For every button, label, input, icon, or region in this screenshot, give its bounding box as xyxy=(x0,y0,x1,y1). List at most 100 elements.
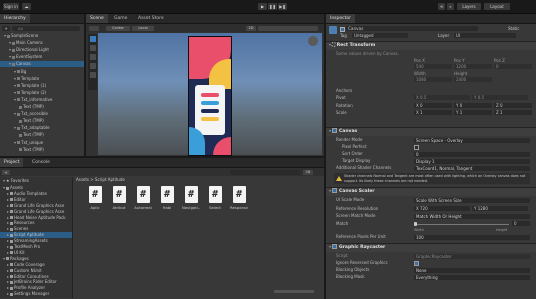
tab-inspector[interactable]: Inspector xyxy=(326,14,355,23)
object-name-field[interactable]: Canvas xyxy=(346,26,478,31)
hierarchy-item[interactable]: EventSystem xyxy=(0,54,84,60)
script-asset[interactable]: # Autorreal xyxy=(134,186,152,210)
tab-console[interactable]: Console xyxy=(28,158,54,167)
tag-dropdown[interactable]: Untagged xyxy=(352,33,408,38)
expand-arrow-icon[interactable] xyxy=(14,98,16,101)
card-button-2[interactable] xyxy=(201,101,219,105)
tab-game[interactable]: Game xyxy=(110,14,131,23)
hierarchy-item[interactable]: Template xyxy=(0,76,84,82)
hand-tool-icon[interactable] xyxy=(89,25,99,31)
script-asset[interactable]: # Responsive xyxy=(230,186,248,210)
pause-button[interactable]: ❚❚ xyxy=(268,3,277,10)
anchors-row[interactable]: Anchors xyxy=(326,88,536,94)
ref-res-x-field[interactable]: X 720 xyxy=(414,206,470,211)
tab-project[interactable]: Project xyxy=(0,158,24,167)
move-tool-icon[interactable] xyxy=(89,36,96,42)
layers-dropdown[interactable]: Layers xyxy=(457,3,481,10)
expand-arrow-icon[interactable] xyxy=(14,113,16,116)
pivot-y-field[interactable]: Y 0.5 xyxy=(472,95,528,100)
hierarchy-item[interactable]: Canvas xyxy=(0,61,84,67)
match-slider-thumb[interactable] xyxy=(414,222,417,226)
rotation-y-field[interactable]: Y 0 xyxy=(454,103,492,108)
tab-scene[interactable]: Scene xyxy=(86,14,108,23)
target-display-dropdown[interactable]: Display 1 xyxy=(414,158,530,164)
script-asset[interactable]: # Atribut xyxy=(110,186,128,210)
active-checkbox[interactable] xyxy=(340,27,345,32)
transform-tool-icon[interactable] xyxy=(89,72,96,78)
pivot-x-field[interactable]: X 0.5 xyxy=(414,95,470,100)
expand-arrow-icon[interactable] xyxy=(9,49,11,52)
expand-arrow-icon[interactable] xyxy=(14,141,16,144)
expand-arrow-icon[interactable] xyxy=(14,84,16,87)
pixel-perfect-checkbox[interactable] xyxy=(414,145,419,150)
scale-z-field[interactable]: Z 1 xyxy=(494,110,532,115)
expand-arrow-icon[interactable] xyxy=(9,42,11,45)
render-mode-dropdown[interactable]: Screen Space - Overlay xyxy=(414,137,530,143)
history-icon[interactable]: ⟲ xyxy=(438,3,445,10)
match-mode-dropdown[interactable]: Match Width Or Height xyxy=(414,213,530,219)
height-field[interactable]: 2400 xyxy=(454,77,492,82)
hierarchy-item[interactable]: Template (2) xyxy=(0,90,84,96)
hierarchy-search-input[interactable]: All xyxy=(12,26,80,31)
canvas-enabled-checkbox[interactable] xyxy=(332,128,337,133)
layer-dropdown[interactable]: UI xyxy=(454,33,516,38)
scale-x-field[interactable]: X 1 xyxy=(414,110,452,115)
space-dropdown[interactable]: Local xyxy=(132,25,154,31)
tab-asset-store[interactable]: Asset Store xyxy=(134,14,168,23)
hierarchy-item[interactable]: Text (TMP) xyxy=(0,118,84,124)
expand-arrow-icon[interactable] xyxy=(14,77,16,80)
scale-tool-icon[interactable] xyxy=(89,54,96,60)
hierarchy-item[interactable]: Text (TMP) xyxy=(0,132,84,138)
layout-dropdown[interactable]: Layout xyxy=(484,3,510,10)
expand-arrow-icon[interactable] xyxy=(14,70,16,73)
rect-transform-header[interactable]: ⛶ Rect Transform xyxy=(326,41,536,50)
hierarchy-item[interactable]: Directional Light xyxy=(0,47,84,53)
pivot-mode-dropdown[interactable]: Center xyxy=(106,25,130,31)
hierarchy-item[interactable]: Text (TMP) xyxy=(0,104,84,110)
account-button[interactable]: Sign in xyxy=(3,3,19,10)
rotation-x-field[interactable]: X 0 xyxy=(414,103,452,108)
expand-arrow-icon[interactable] xyxy=(9,63,11,66)
hierarchy-item[interactable]: Template (1) xyxy=(0,83,84,89)
expand-arrow-icon[interactable] xyxy=(14,127,16,130)
script-asset[interactable]: # Navigati... xyxy=(182,186,200,210)
rotate-tool-icon[interactable] xyxy=(89,45,96,51)
script-asset[interactable]: # Select xyxy=(206,186,224,210)
cloud-icon[interactable]: ☁ xyxy=(22,3,31,10)
ref-res-y-field[interactable]: Y 1280 xyxy=(472,206,528,211)
scene-view-options[interactable] xyxy=(258,25,318,31)
play-button[interactable]: ▶ xyxy=(258,3,267,10)
hierarchy-item[interactable]: Main Camera xyxy=(0,40,84,46)
match-value-field[interactable]: 0 xyxy=(512,221,530,226)
pos-x-field[interactable]: 540 xyxy=(414,64,452,69)
hierarchy-item[interactable]: Text (TMP) xyxy=(0,147,84,153)
expand-arrow-icon[interactable] xyxy=(14,91,16,94)
pos-z-field[interactable]: 0 xyxy=(494,64,532,69)
blocking-objects-dropdown[interactable]: None xyxy=(414,267,530,273)
scaler-enabled-checkbox[interactable] xyxy=(332,188,337,193)
card-button-4[interactable] xyxy=(201,117,219,121)
hierarchy-item[interactable]: Txt_informative xyxy=(0,97,84,103)
expand-arrow-icon[interactable] xyxy=(9,56,11,59)
card-button-3[interactable] xyxy=(201,109,219,113)
width-field[interactable]: 1080 xyxy=(414,77,452,82)
graphic-raycaster-header[interactable]: Graphic Raycaster xyxy=(326,243,536,252)
raycaster-enabled-checkbox[interactable] xyxy=(332,244,337,249)
script-asset[interactable]: # Habi xyxy=(158,186,176,210)
tab-hierarchy[interactable]: Hierarchy xyxy=(0,14,30,23)
shader-channels-dropdown[interactable]: TexCoord1, Normal, Tangent xyxy=(414,165,530,171)
ppu-field[interactable]: 100 xyxy=(414,234,530,240)
canvas-scaler-header[interactable]: Canvas Scaler xyxy=(326,187,536,196)
ui-scale-mode-dropdown[interactable]: Scale With Screen Size xyxy=(414,197,530,203)
hierarchy-item[interactable]: Bg xyxy=(0,69,84,75)
2d-toggle[interactable]: 2D xyxy=(246,25,256,31)
zoom-slider[interactable] xyxy=(274,290,314,293)
search-icon[interactable]: ⌕ xyxy=(447,3,454,10)
static-toggle[interactable]: Static xyxy=(508,26,519,31)
pos-y-field[interactable]: 1200 xyxy=(454,64,492,69)
match-slider-track[interactable] xyxy=(414,223,509,225)
add-button[interactable]: + xyxy=(2,26,10,31)
rect-tool-icon[interactable] xyxy=(89,63,96,69)
hierarchy-item[interactable]: Txt_accesible xyxy=(0,111,84,117)
rotation-z-field[interactable]: Z 0 xyxy=(494,103,532,108)
